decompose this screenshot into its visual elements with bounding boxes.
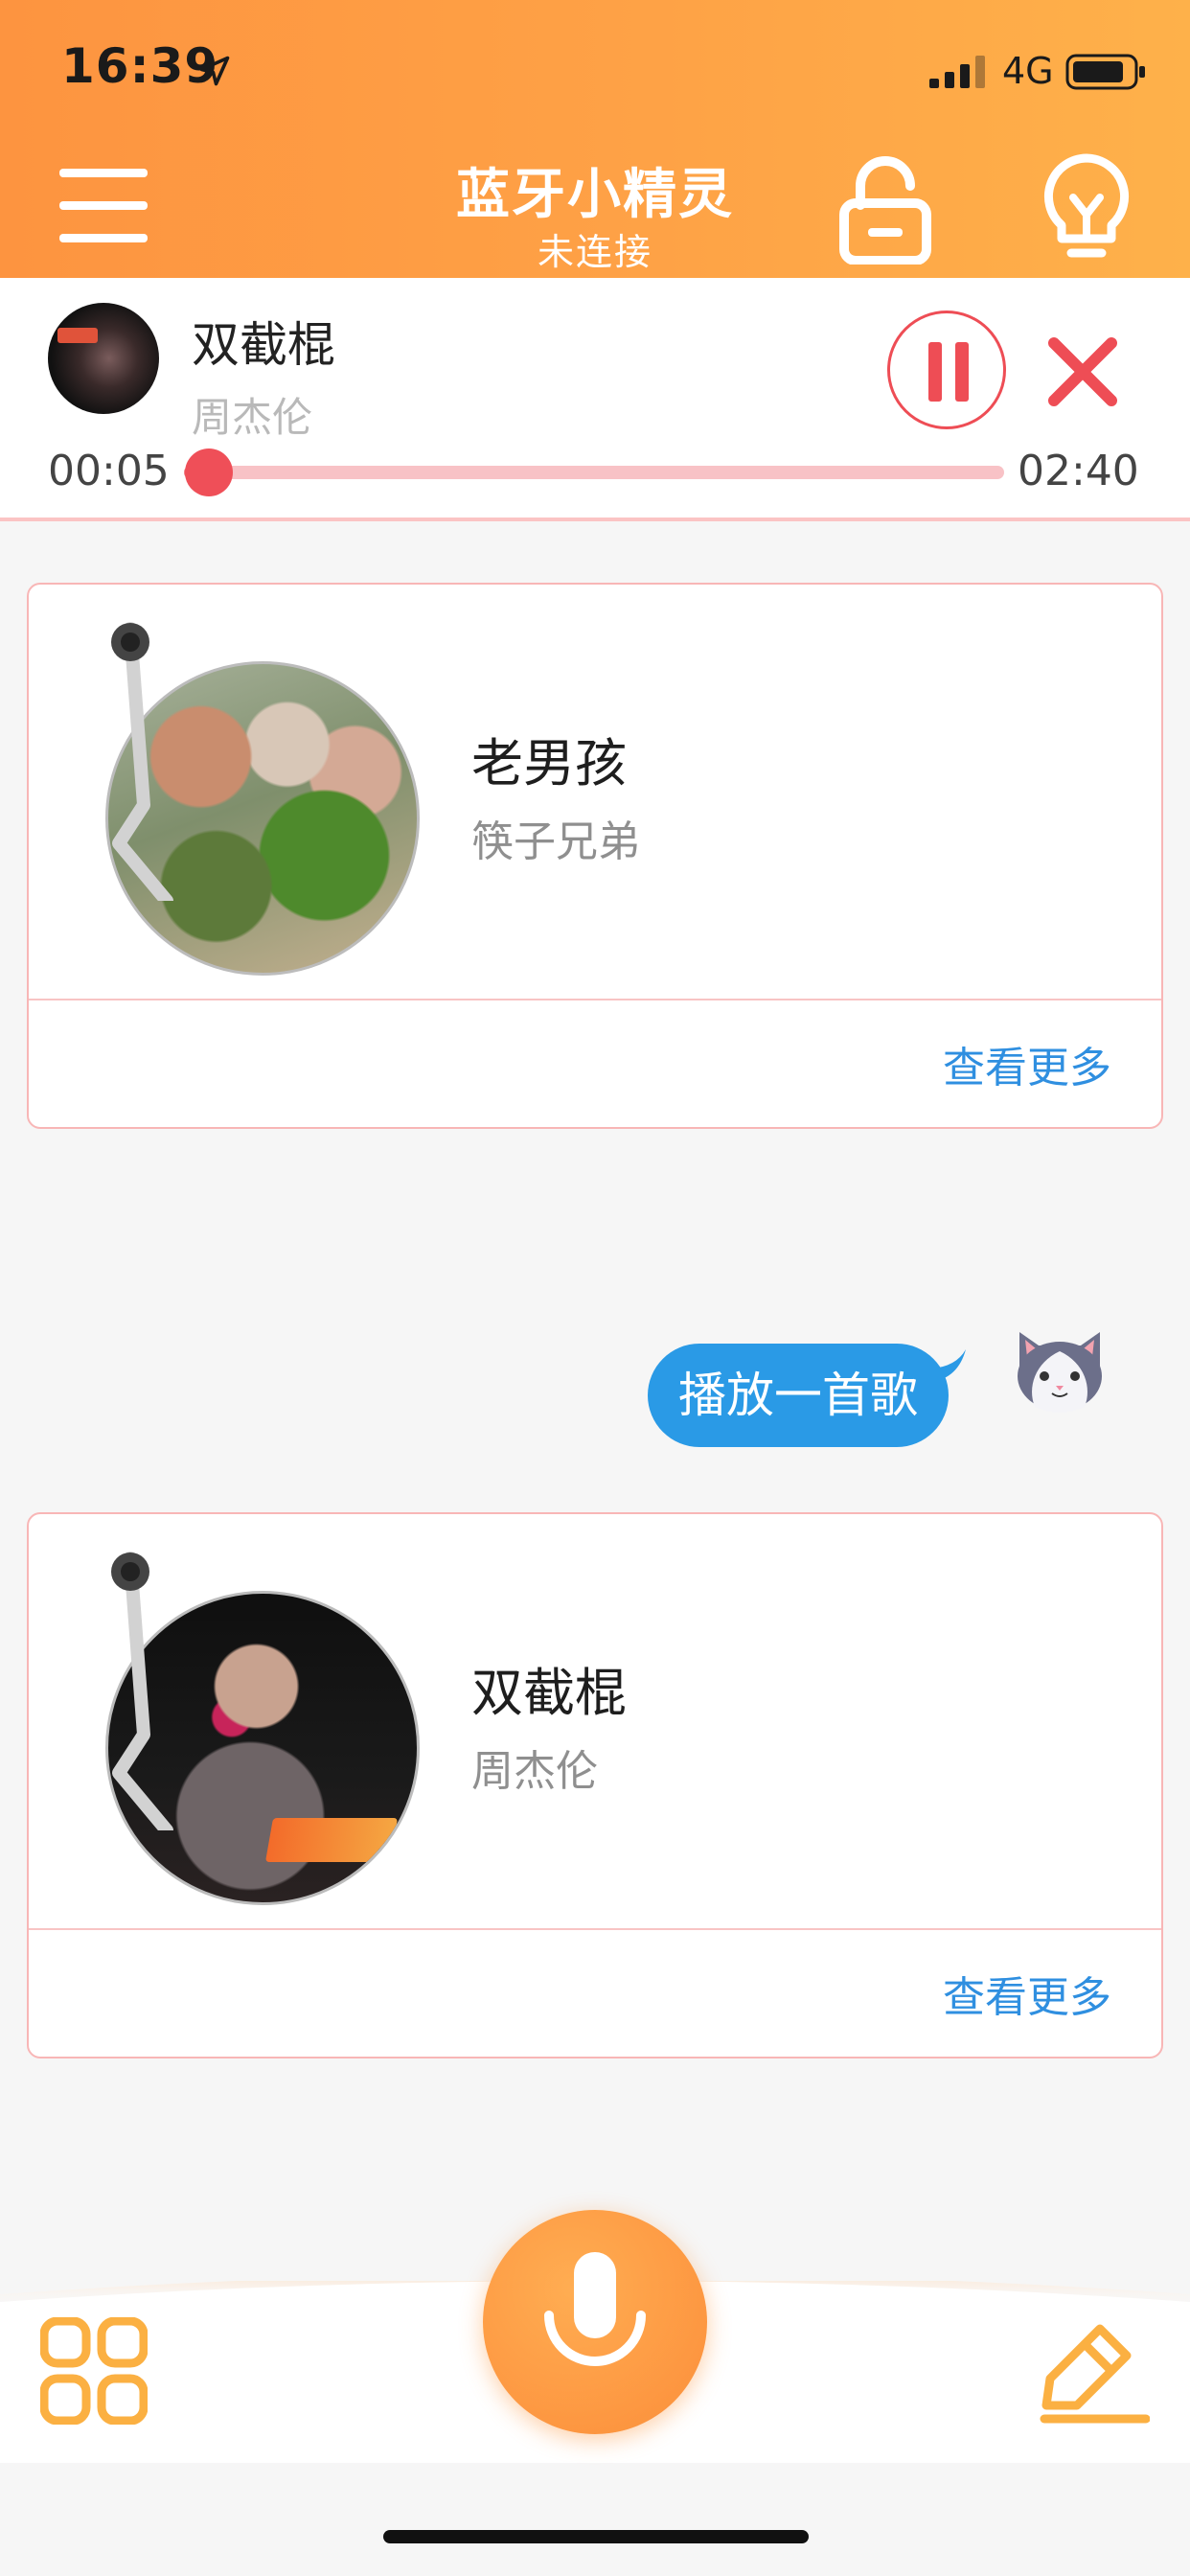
app-title: 蓝牙小精灵 [456,164,734,226]
tonearm-icon [111,1552,173,1830]
pause-icon-bar [955,342,969,402]
progress-thumb[interactable] [184,448,233,496]
now-playing-artist: 周杰伦 [192,394,313,441]
total-time: 02:40 [1018,447,1139,495]
microphone-button[interactable] [483,2210,707,2434]
edit-icon[interactable] [1039,2317,1150,2425]
now-playing-cover[interactable] [48,303,159,414]
progress-slider[interactable] [184,448,1004,496]
view-more-link[interactable]: 查看更多 [943,1963,1111,2024]
cat-avatar-icon [1018,1332,1102,1413]
card-divider [29,1928,1161,1930]
microphone-icon [544,2252,646,2366]
connection-status: 未连接 [537,231,652,273]
cover-badge [57,328,98,343]
pause-icon [928,342,942,402]
view-more-link[interactable]: 查看更多 [943,1033,1111,1094]
tonearm-icon [111,622,173,901]
status-time: 16:39 [61,38,219,94]
lightbulb-icon[interactable] [1042,153,1131,266]
song-card[interactable]: 双截棍 周杰伦 查看更多 [27,1512,1163,2058]
app-root: 16:39 4G 蓝牙小精灵 未连接 双截棍 周杰伦 00:05 02:40 老… [0,0,1190,2576]
unlock-icon[interactable] [839,153,931,264]
now-playing-title: 双截棍 [192,317,335,373]
user-chat-bubble: 播放一首歌 [648,1344,949,1447]
home-indicator [383,2530,809,2543]
elapsed-time: 00:05 [48,447,170,495]
card-divider [29,999,1161,1000]
bubble-tail [931,1349,966,1382]
song-title: 老男孩 [471,733,627,794]
network-label: 4G [1002,50,1054,92]
app-header: 16:39 4G 蓝牙小精灵 未连接 [0,0,1190,278]
pause-button[interactable] [887,310,1006,429]
now-playing-bar: 双截棍 周杰伦 00:05 02:40 [0,278,1190,521]
signal-bars-icon [929,56,985,88]
song-title: 双截棍 [471,1663,627,1723]
song-artist: 筷子兄弟 [471,817,640,866]
location-arrow-icon [199,56,230,86]
battery-icon [1065,54,1145,90]
close-icon[interactable] [1044,334,1121,410]
song-card[interactable]: 老男孩 筷子兄弟 查看更多 [27,583,1163,1129]
grid-icon[interactable] [40,2317,148,2425]
album-poster-title-graphic [264,1818,399,1862]
song-artist: 周杰伦 [471,1747,598,1796]
